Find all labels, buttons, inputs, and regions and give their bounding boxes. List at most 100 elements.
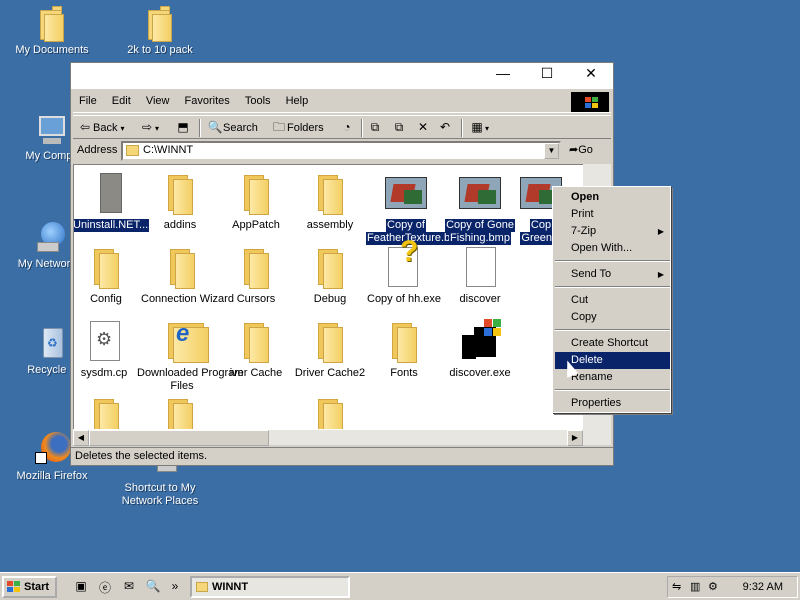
file-item[interactable]: assembly <box>292 169 368 232</box>
file-item[interactable]: AppPatch <box>218 169 294 232</box>
forward-button[interactable]: ⇨ ▾ <box>139 119 159 137</box>
history-button[interactable]: ◔ <box>339 119 355 137</box>
context-copy[interactable]: Copy <box>555 309 670 326</box>
file-name: sysdm.cp <box>80 367 128 379</box>
file-item[interactable]: Cursors <box>218 243 294 306</box>
maximize-button[interactable]: ☐ <box>525 63 569 85</box>
folder-icon <box>232 243 280 291</box>
file-item[interactable]: Copy of Gone Fishing.bmp <box>442 169 518 245</box>
delete-toolbar-button[interactable]: ✕ <box>415 119 431 137</box>
undo-icon: ↶ <box>439 120 451 134</box>
menu-favorites[interactable]: Favorites <box>179 91 236 107</box>
file-name: iver Cache <box>229 367 283 379</box>
address-input[interactable]: C:\WINNT ▼ <box>121 141 561 161</box>
file-item[interactable]: discover <box>442 243 518 306</box>
go-button[interactable]: ➦Go <box>569 143 593 156</box>
search-button[interactable]: 🔍Search <box>207 119 258 137</box>
show-desktop-icon[interactable]: ▣ <box>72 579 90 595</box>
views-button[interactable]: ▦ ▾ <box>469 119 489 137</box>
menu-item-label: Open <box>571 191 600 203</box>
scroll-thumb[interactable] <box>89 430 269 446</box>
context-create-shortcut[interactable]: Create Shortcut <box>555 335 670 352</box>
menu-item-label: Delete <box>571 354 603 366</box>
file-item[interactable]: Connection Wizard <box>140 243 234 306</box>
menu-edit[interactable]: Edit <box>106 91 137 107</box>
history-icon: ◔ <box>343 120 351 134</box>
menu-item-label: Cut <box>571 294 589 306</box>
file-name: Copy of Gone <box>445 219 515 232</box>
folders-button[interactable]: 🗀 Folders <box>271 119 324 137</box>
desktop-icon-my-documents[interactable]: My Documents <box>4 6 100 57</box>
desktop-icon-label: My Documents <box>15 44 89 56</box>
my-documents-icon <box>35 6 69 42</box>
explorer-window: — ☐ ✕ File Edit View Favorites Tools Hel… <box>70 62 614 466</box>
tray-app-icon[interactable]: ▥ <box>690 580 700 593</box>
file-item[interactable] <box>142 393 218 431</box>
file-item[interactable]: Uninstall.NET... <box>74 169 150 232</box>
copy-to-button[interactable]: ⧉ <box>391 119 407 137</box>
file-name: Driver Cache2 <box>294 367 366 379</box>
menu-help[interactable]: Help <box>280 91 315 107</box>
bitmap-thumbnail-icon <box>456 169 504 217</box>
tray-network-icon[interactable]: ⇋ <box>672 580 681 593</box>
minimize-button[interactable]: — <box>481 63 525 85</box>
desktop-icon-2k-to-10-pack[interactable]: 2k to 10 pack <box>112 6 208 57</box>
scroll-left-button[interactable]: ◀ <box>73 430 89 446</box>
file-name: Files <box>170 380 194 392</box>
menu-view[interactable]: View <box>140 91 176 107</box>
internet-explorer-icon[interactable]: ⓔ <box>96 579 114 595</box>
title-bar[interactable]: — ☐ ✕ <box>71 63 613 89</box>
horizontal-scrollbar[interactable]: ◀ ▶ <box>73 429 583 446</box>
menu-item-label: Copy <box>571 311 597 323</box>
file-item[interactable]: Debug <box>292 243 368 306</box>
up-folder-button[interactable]: ⬒ <box>175 119 191 137</box>
file-name: assembly <box>306 219 354 231</box>
file-item[interactable] <box>74 393 144 431</box>
close-button[interactable]: ✕ <box>569 63 613 85</box>
file-item[interactable]: Driver Cache2 <box>292 317 368 380</box>
scroll-right-button[interactable]: ▶ <box>567 430 583 446</box>
file-item[interactable]: Config <box>74 243 144 306</box>
address-label: Address <box>77 144 118 156</box>
bitmap-thumbnail-icon <box>382 169 430 217</box>
start-button[interactable]: Start <box>2 576 57 598</box>
file-item[interactable]: addins <box>142 169 218 232</box>
undo-button[interactable]: ↶ <box>437 119 453 137</box>
file-item[interactable]: discover.exe <box>442 317 518 380</box>
folders-icon: 🗀 <box>272 120 285 134</box>
taskbar: Start ▣ ⓔ ✉ 🔍 » WINNT ⇋ ▥ ⚙ 9:32 AM <box>0 572 800 600</box>
file-item[interactable]: e Downloaded Program Files <box>136 317 243 393</box>
file-item[interactable]: Copy of FeatherTexture.bn <box>366 169 458 245</box>
context-open-with[interactable]: Open With... <box>555 240 670 257</box>
back-button[interactable]: ⇦ Back ▾ <box>77 119 125 137</box>
quick-launch-chevron[interactable]: » <box>166 579 184 595</box>
context-open[interactable]: Open <box>555 189 670 206</box>
folder-icon <box>306 243 354 291</box>
toolbar: ⇦ Back ▾ ⇨ ▾ ⬒ 🔍Search 🗀 Folders ◔ ⧉ ⧉ ✕ ↶ … <box>73 115 611 139</box>
file-item[interactable]: iver Cache <box>218 317 294 380</box>
file-item[interactable]: ⚙ sysdm.cp <box>74 317 142 380</box>
context-cut[interactable]: Cut <box>555 292 670 309</box>
context-7zip[interactable]: 7-Zip ▶ <box>555 223 670 240</box>
context-send-to[interactable]: Send To ▶ <box>555 266 670 283</box>
computer-icon <box>35 112 69 146</box>
move-to-button[interactable]: ⧉ <box>367 119 383 137</box>
outlook-express-icon[interactable]: ✉ <box>120 579 138 595</box>
folder-icon <box>306 393 354 431</box>
tray-utility-icon[interactable]: ⚙ <box>708 580 718 593</box>
search-launch-icon[interactable]: 🔍 <box>144 579 162 595</box>
file-item[interactable]: Fonts <box>366 317 442 380</box>
file-item[interactable] <box>292 393 368 431</box>
start-label: Start <box>24 581 50 593</box>
file-list[interactable]: Uninstall.NET... addins AppPatch assembl… <box>73 164 609 432</box>
menu-tools[interactable]: Tools <box>239 91 277 107</box>
menu-item-label: Create Shortcut <box>571 337 649 349</box>
context-properties[interactable]: Properties <box>555 395 670 412</box>
file-item[interactable]: ? Copy of hh.exe <box>366 237 442 306</box>
file-name: AppPatch <box>232 219 280 231</box>
taskbar-button-winnt[interactable]: WINNT <box>190 576 350 598</box>
menu-file[interactable]: File <box>73 91 103 107</box>
clock[interactable]: 9:32 AM <box>743 581 783 593</box>
address-dropdown-button[interactable]: ▼ <box>544 143 559 159</box>
context-print[interactable]: Print <box>555 206 670 223</box>
